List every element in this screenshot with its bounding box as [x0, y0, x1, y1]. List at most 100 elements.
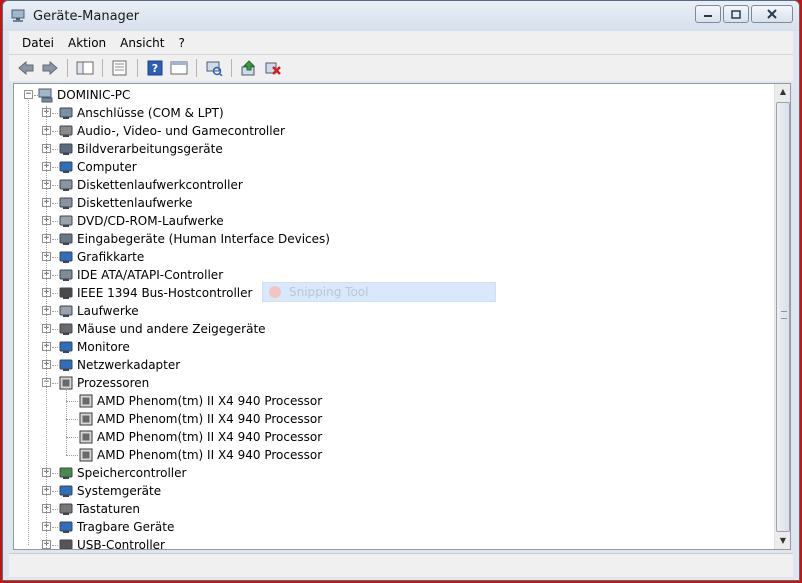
svg-text:?: ?	[152, 62, 158, 75]
tree-device-processor[interactable]: AMD Phenom(tm) II X4 940 Processor	[78, 392, 322, 410]
tree-device-processor[interactable]: AMD Phenom(tm) II X4 940 Processor	[78, 446, 322, 464]
processor-icon	[79, 430, 93, 444]
tree-connector	[52, 131, 58, 132]
speaker-icon	[59, 125, 73, 137]
tree-category[interactable]: Audio-, Video- und Gamecontroller	[58, 122, 285, 140]
monitor-icon	[59, 341, 73, 353]
root-computer-icon	[38, 88, 53, 103]
uninstall-button[interactable]	[262, 58, 284, 78]
tree-category[interactable]: Bildverarbeitungsgeräte	[58, 140, 223, 158]
tree-connector	[66, 455, 78, 456]
tree-category[interactable]: Diskettenlaufwerkcontroller	[58, 176, 243, 194]
tree-category[interactable]: DVD/CD-ROM-Laufwerke	[58, 212, 224, 230]
toolbar-separator	[231, 59, 232, 77]
menu-aktion[interactable]: Aktion	[61, 34, 113, 52]
computer-icon	[59, 161, 73, 173]
tree-item-label: AMD Phenom(tm) II X4 940 Processor	[97, 412, 323, 426]
tree-category[interactable]: USB-Controller	[58, 536, 165, 549]
tree-item-label: Grafikkarte	[77, 250, 145, 264]
tree-connector	[52, 491, 58, 492]
scroll-down-arrow-icon[interactable]: ▼	[775, 533, 791, 549]
tree-view-icon	[76, 61, 94, 75]
device-manager-app-icon	[11, 9, 25, 22]
processor-icon	[79, 412, 93, 426]
menu-datei[interactable]: Datei	[15, 34, 61, 52]
tree-item-label: Netzwerkadapter	[77, 358, 181, 372]
tree-connector	[52, 149, 58, 150]
toolbar-separator	[67, 59, 68, 77]
processor-icon	[79, 394, 93, 408]
minimize-button[interactable]	[695, 5, 721, 23]
tree-item-label: IDE ATA/ATAPI-Controller	[77, 268, 224, 282]
tree-device-processor[interactable]: AMD Phenom(tm) II X4 940 Processor	[78, 410, 322, 428]
ide-controller-icon	[59, 269, 73, 281]
tree-connector	[34, 95, 38, 96]
tree-item-label: Audio-, Video- und Gamecontroller	[77, 124, 285, 138]
tree-device-processor[interactable]: AMD Phenom(tm) II X4 940 Processor	[78, 428, 322, 446]
close-icon	[767, 9, 777, 19]
tree-connector	[52, 275, 58, 276]
tree-connector	[52, 383, 58, 384]
back-button[interactable]	[15, 58, 37, 78]
help-button[interactable]: ?	[144, 58, 166, 78]
tree-connector	[52, 113, 58, 114]
tree-category[interactable]: Anschlüsse (COM & LPT)	[58, 104, 224, 122]
title-bar[interactable]: Geräte-Manager	[3, 1, 799, 31]
window-controls	[695, 5, 793, 23]
disk-drive-icon	[59, 305, 73, 317]
tree-category[interactable]: Systemgeräte	[58, 482, 161, 500]
update-driver-button[interactable]	[238, 58, 260, 78]
tree-item-label: Laufwerke	[77, 304, 139, 318]
collapse-toggle-icon[interactable]: −	[24, 90, 33, 99]
snipping-tool-icon	[269, 286, 281, 298]
tree-category[interactable]: Grafikkarte	[58, 248, 144, 266]
menu-ansicht[interactable]: Ansicht	[113, 34, 171, 52]
scrollbar-thumb[interactable]	[776, 102, 790, 532]
tree-category[interactable]: IEEE 1394 Bus-Hostcontroller	[58, 284, 252, 302]
tree-item-label: Speichercontroller	[77, 466, 187, 480]
scan-hardware-button[interactable]	[203, 58, 225, 78]
camera-icon	[59, 143, 73, 155]
forward-button[interactable]	[39, 58, 61, 78]
tree-category[interactable]: Diskettenlaufwerke	[58, 194, 192, 212]
vertical-scrollbar[interactable]: ▲ ▼	[774, 84, 790, 549]
scroll-up-arrow-icon[interactable]: ▲	[775, 84, 791, 100]
tree-item-label: IEEE 1394 Bus-Hostcontroller	[77, 286, 253, 300]
tree-item-label: AMD Phenom(tm) II X4 940 Processor	[97, 448, 323, 462]
tree-view-button[interactable]	[74, 58, 96, 78]
tree-item-label: AMD Phenom(tm) II X4 940 Processor	[97, 430, 323, 444]
tree-item-label: AMD Phenom(tm) II X4 940 Processor	[97, 394, 323, 408]
maximize-button[interactable]	[723, 5, 749, 23]
tree-root-dominic-pc[interactable]: DOMINIC-PC	[38, 86, 130, 104]
tree-connector	[66, 437, 78, 438]
tree-category[interactable]: Prozessoren	[58, 374, 149, 392]
tree-item-label: Tastaturen	[77, 502, 140, 516]
tree-connector	[52, 257, 58, 258]
tree-category[interactable]: Laufwerke	[58, 302, 139, 320]
tree-category[interactable]: Computer	[58, 158, 137, 176]
toolbar-separator	[102, 59, 103, 77]
tree-category[interactable]: IDE ATA/ATAPI-Controller	[58, 266, 223, 284]
toolbar-separator	[196, 59, 197, 77]
floppy-controller-icon	[59, 179, 73, 191]
tree-category[interactable]: Tastaturen	[58, 500, 140, 518]
tree-category[interactable]: Speichercontroller	[58, 464, 186, 482]
menu-help[interactable]: ?	[171, 34, 191, 52]
tree-connector	[66, 419, 78, 420]
tree-category[interactable]: Monitore	[58, 338, 130, 356]
tree-category[interactable]: Mäuse und andere Zeigegeräte	[58, 320, 266, 338]
help-icon: ?	[147, 60, 163, 76]
tree-category[interactable]: Tragbare Geräte	[58, 518, 174, 536]
tree-category[interactable]: Eingabegeräte (Human Interface Devices)	[58, 230, 330, 248]
tree-item-label: Bildverarbeitungsgeräte	[77, 142, 223, 156]
details-button[interactable]	[168, 58, 190, 78]
device-tree: DOMINIC-PC − Anschlüsse (COM & LPT) + Audio-…	[14, 84, 774, 549]
tree-category[interactable]: Netzwerkadapter	[58, 356, 180, 374]
properties-button[interactable]	[109, 58, 131, 78]
tree-connector	[52, 185, 58, 186]
toolbar-separator	[137, 59, 138, 77]
close-button[interactable]	[751, 5, 793, 23]
tree-item-label: Computer	[77, 160, 137, 174]
toolbar: ?	[9, 55, 793, 81]
update-driver-icon	[241, 60, 256, 76]
